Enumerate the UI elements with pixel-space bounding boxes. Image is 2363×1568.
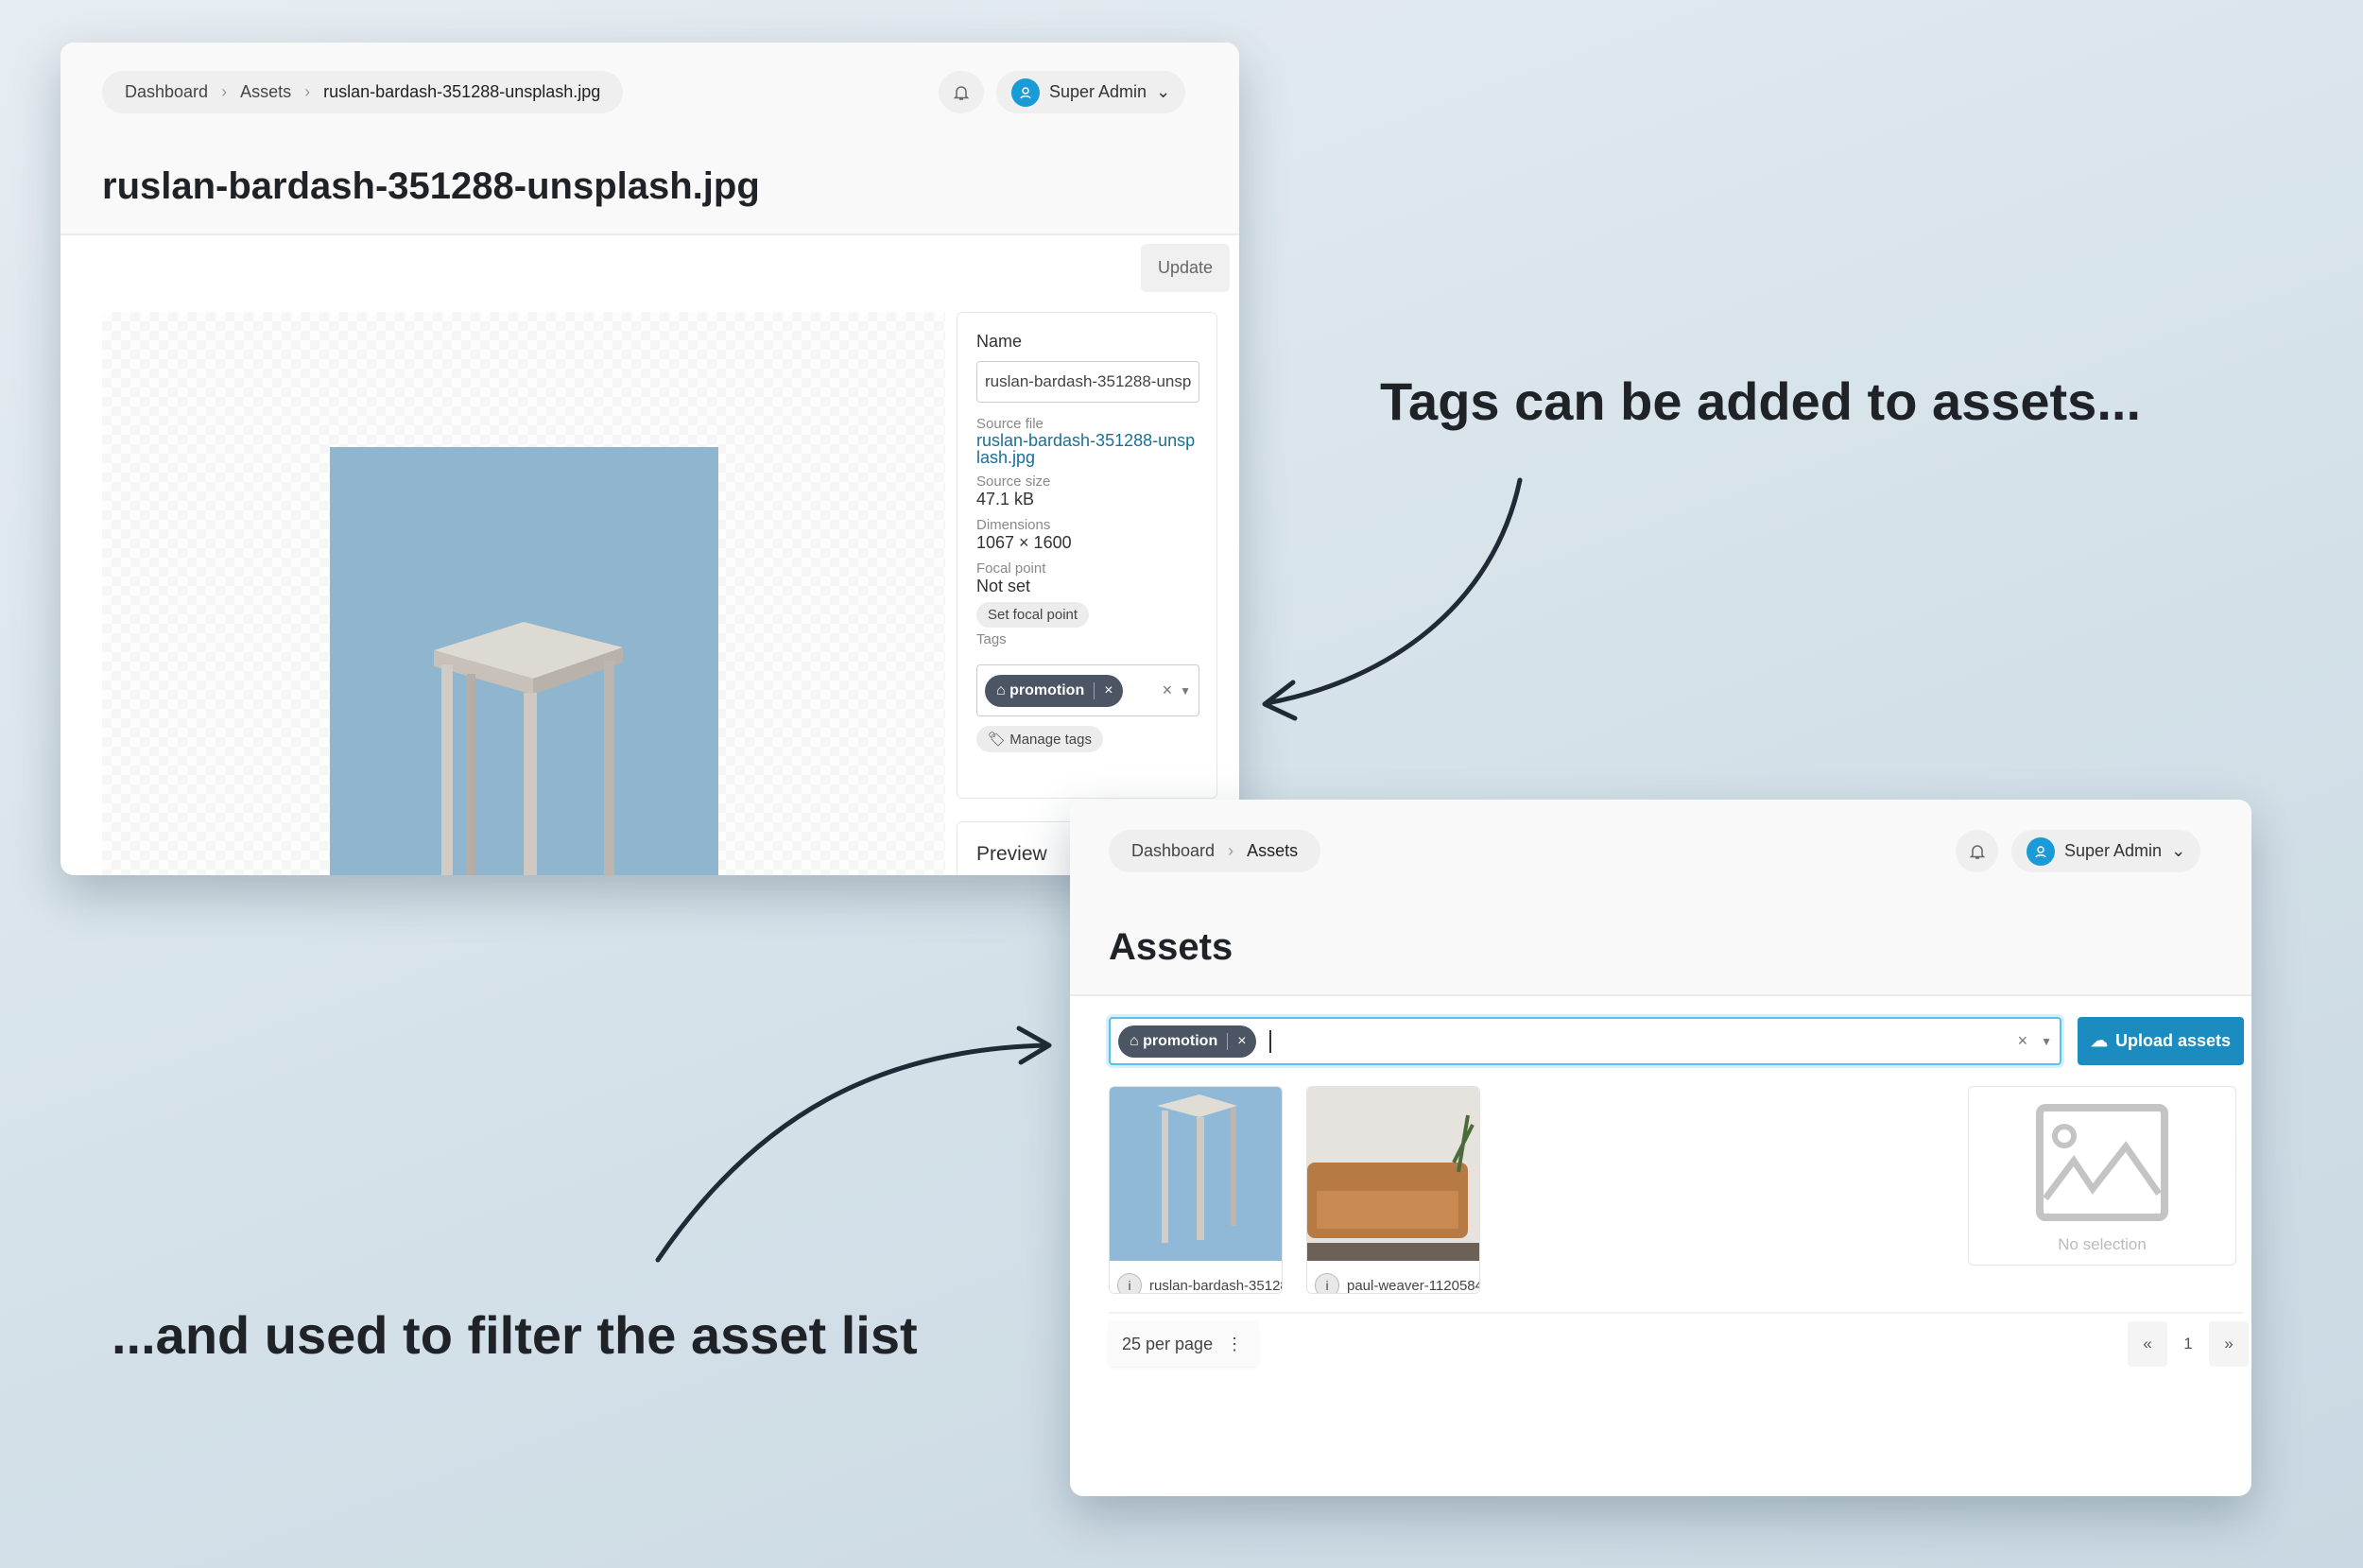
tag-icon: 🏷 [988,732,1007,748]
user-name: Super Admin [2064,841,2163,860]
tag-icon: ⌂ [996,681,1006,698]
user-menu[interactable]: Super Admin ⌄ [2011,830,2201,872]
assets-list-window: Dashboard › Assets Super Admin ⌄ Assets ⌂ … [1070,800,2251,1496]
page-1-button[interactable]: 1 [2171,1321,2205,1367]
tag-label: promotion [1009,681,1085,698]
asset-name: ruslan-bardash-351288-unsplash.jpg [1149,1277,1282,1294]
per-page-select[interactable]: 25 per page ⋮ [1109,1321,1258,1367]
breadcrumb-dashboard[interactable]: Dashboard [1131,841,1215,861]
tag-label: promotion [1143,1032,1218,1049]
chevron-down-icon: ⌄ [2171,841,2186,860]
user-menu[interactable]: Super Admin ⌄ [996,71,1186,113]
info-icon[interactable]: i [1117,1273,1142,1293]
name-label: Name [976,332,1023,351]
divider [1109,1312,2243,1314]
preview-label: Preview [976,843,1047,865]
chevron-right-icon: › [1228,841,1234,860]
asset-detail-window: Dashboard › Assets › ruslan-bardash-351288… [60,43,1239,875]
focal-point: Not set [976,577,1031,595]
user-icon [1011,78,1040,107]
source-size-label: Source size [976,474,1051,490]
dimensions-label: Dimensions [976,517,1051,533]
remove-tag-icon[interactable]: × [1227,1032,1255,1050]
image-placeholder-icon [2036,1104,2168,1221]
text-cursor [1268,1029,1271,1053]
more-vertical-icon: ⋮ [1226,1334,1244,1353]
asset-thumbnail [1110,1087,1282,1261]
tag-chip: ⌂ promotion × [985,674,1123,707]
prev-page-button[interactable]: « [2128,1321,2167,1367]
name-field[interactable] [976,361,1199,403]
asset-name: paul-weaver-1120584-unsplash.jpg [1347,1277,1479,1294]
cloud-upload-icon: ☁ [2090,1031,2108,1050]
page-title: Assets [1109,926,1233,968]
tag-filter-input[interactable]: ⌂ promotion × × ▼ [1109,1017,2061,1065]
tag-chip: ⌂ promotion × [1118,1025,1256,1058]
breadcrumb-assets[interactable]: Assets [240,82,291,102]
asset-image [330,447,718,875]
page-title: ruslan-bardash-351288-unsplash.jpg [102,165,760,207]
chevron-right-icon: › [221,82,228,101]
breadcrumb: Dashboard › Assets › ruslan-bardash-351288… [102,71,624,113]
clear-icon[interactable]: × [2018,1031,2028,1051]
upload-assets-button[interactable]: ☁ Upload assets [2078,1017,2244,1065]
tag-icon: ⌂ [1130,1032,1139,1049]
no-selection-panel: No selection [1968,1086,2236,1266]
user-name: Super Admin [1049,82,1147,101]
upload-label: Upload assets [2114,1031,2232,1050]
image-preview-area [102,312,945,875]
tags-select[interactable]: ⌂ promotion × × ▼ [976,664,1199,716]
pagination: « 1 » [2128,1321,2249,1367]
tags-label: Tags [976,631,1007,647]
focal-point-label: Focal point [976,560,1046,577]
manage-tags-button[interactable]: 🏷 Manage tags [976,726,1103,752]
breadcrumb-current: Assets [1247,841,1299,860]
bell-icon[interactable] [1956,830,1998,872]
update-button[interactable]: Update [1141,244,1230,292]
caret-down-icon[interactable]: ▼ [2041,1035,2052,1048]
dimensions: 1067 × 1600 [976,533,1072,552]
per-page-label: 25 per page [1122,1334,1214,1353]
source-file-link[interactable]: ruslan-bardash-351288-unsplash.jpg [976,432,1198,466]
info-icon[interactable]: i [1315,1273,1339,1293]
source-size: 47.1 kB [976,490,1035,508]
source-file-label: Source file [976,416,1044,432]
bell-icon[interactable] [939,71,984,113]
breadcrumb-dashboard[interactable]: Dashboard [125,82,208,102]
chevron-down-icon: ⌄ [1156,82,1171,101]
no-selection-text: No selection [2058,1235,2147,1253]
asset-details-panel: Name Source file ruslan-bardash-351288-u… [957,312,1217,799]
chevron-right-icon: › [304,82,311,101]
set-focal-point-button[interactable]: Set focal point [976,602,1090,628]
remove-tag-icon[interactable]: × [1094,681,1122,699]
breadcrumb: Dashboard › Assets [1109,830,1321,872]
manage-tags-label: Manage tags [1009,732,1092,748]
caret-down-icon[interactable]: ▼ [1180,684,1191,698]
asset-card[interactable]: i paul-weaver-1120584-unsplash.jpg [1306,1086,1480,1294]
clear-icon[interactable]: × [1163,681,1173,700]
user-icon [2027,836,2055,866]
breadcrumb-current: ruslan-bardash-351288-unsplash.jpg [323,82,601,101]
next-page-button[interactable]: » [2209,1321,2249,1367]
asset-card[interactable]: i ruslan-bardash-351288-unsplash.jpg [1109,1086,1283,1294]
asset-thumbnail [1307,1087,1479,1261]
